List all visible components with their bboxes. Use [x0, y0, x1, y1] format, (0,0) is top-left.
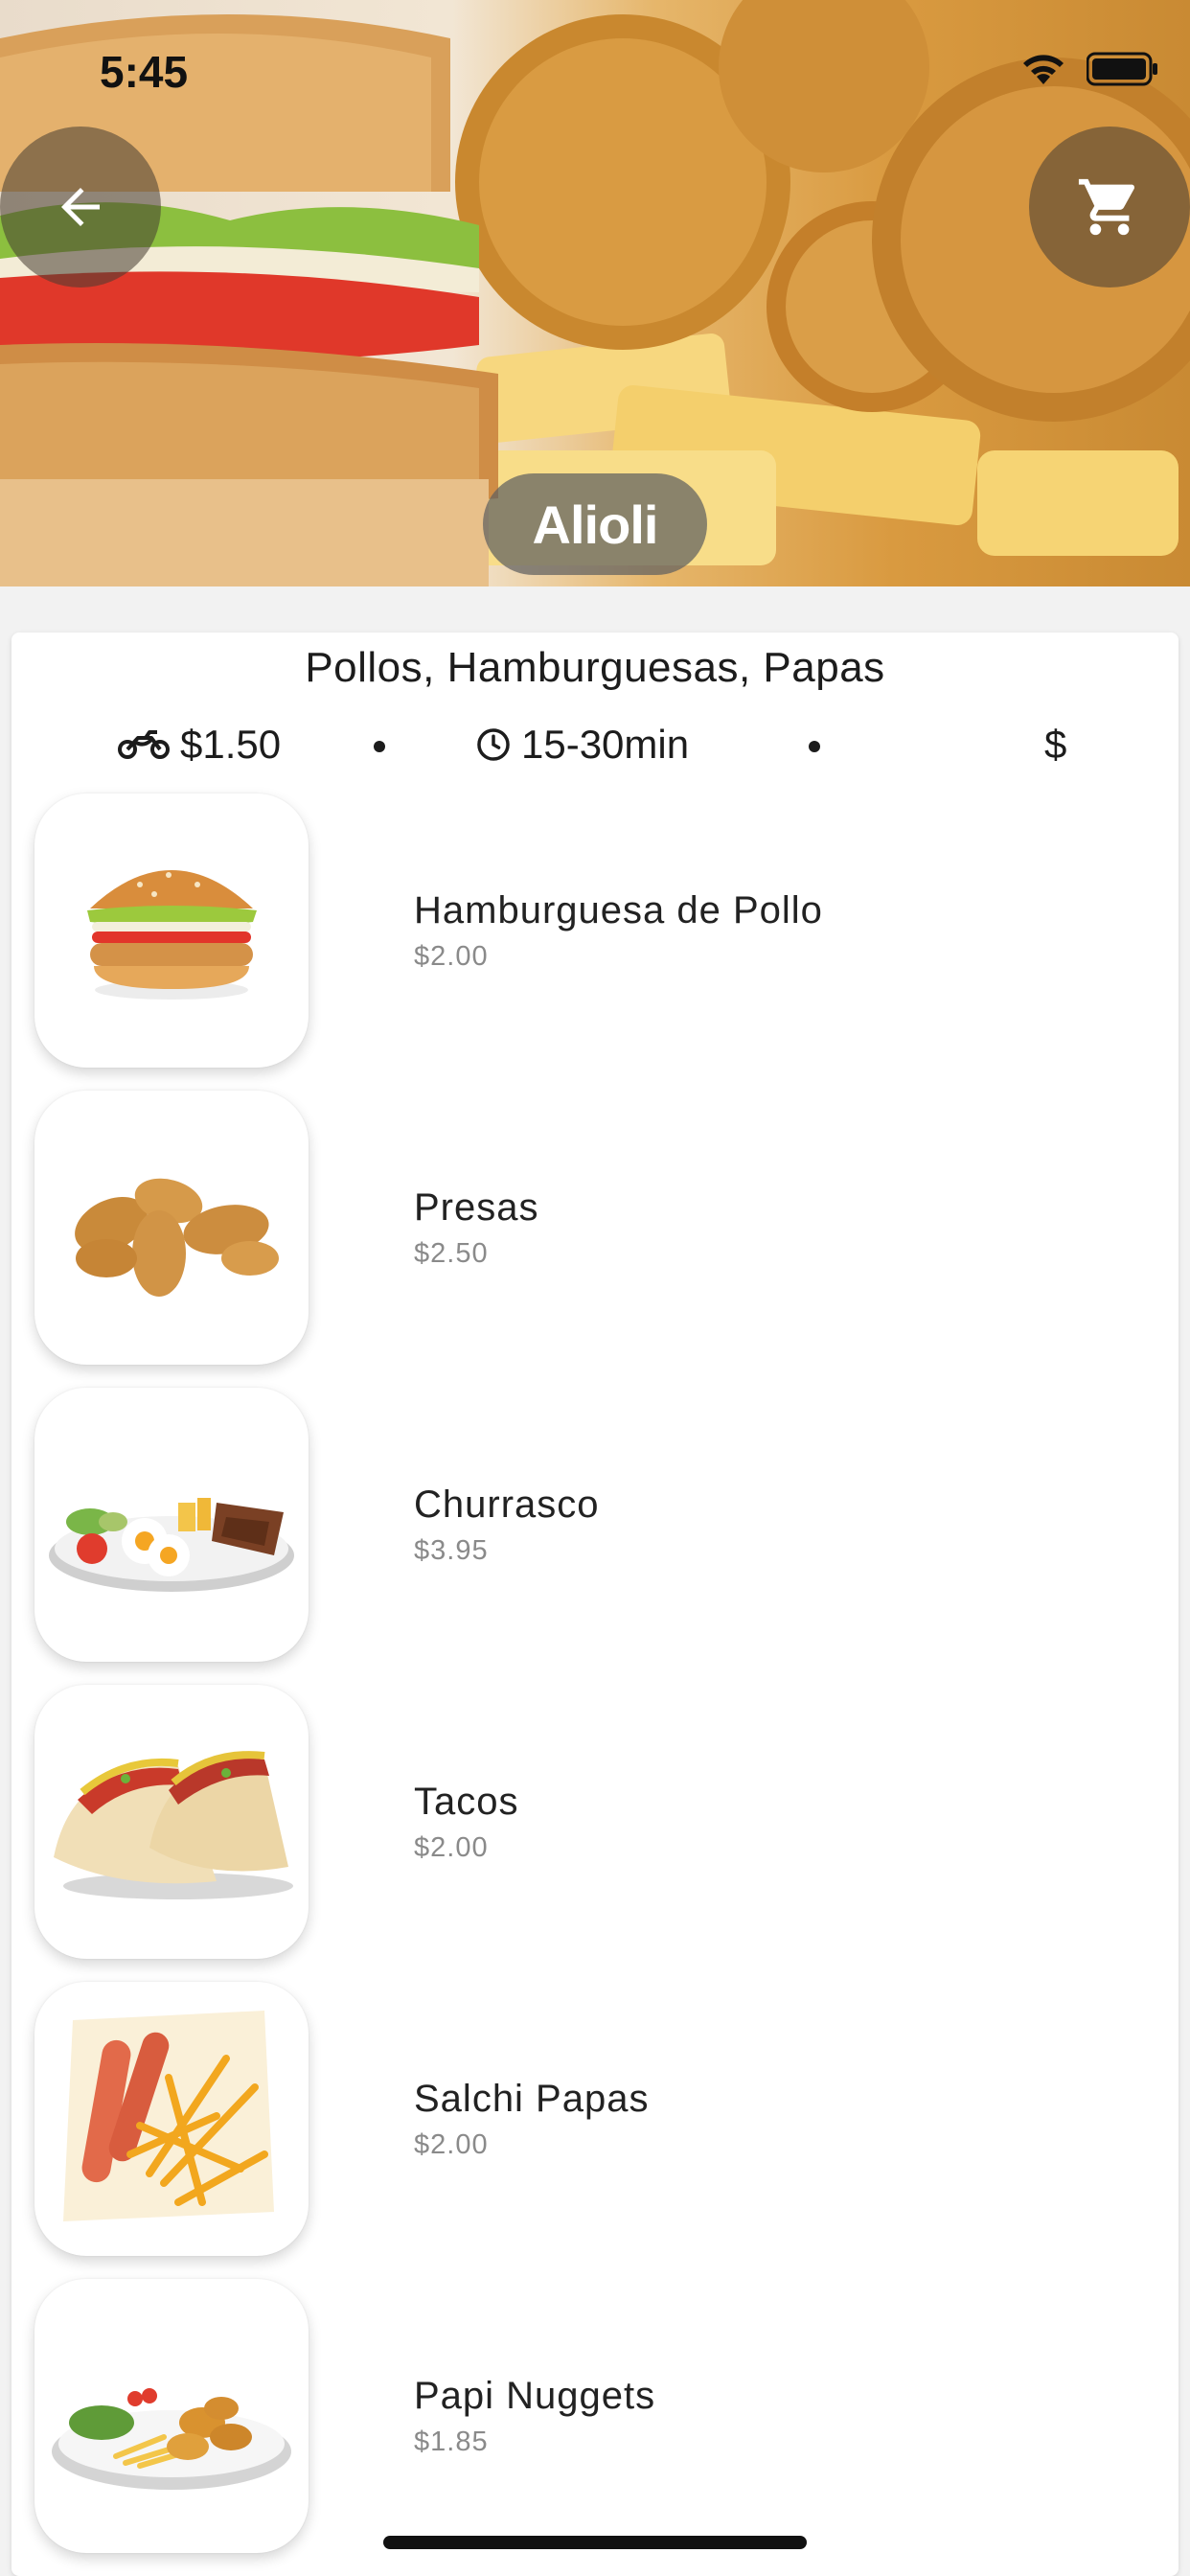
separator-dot	[374, 741, 385, 752]
menu-item[interactable]: Churrasco $3.95	[34, 1388, 1165, 1666]
sausage-fries-icon	[63, 2011, 274, 2221]
back-button[interactable]	[0, 126, 161, 288]
menu-item-image	[34, 1388, 309, 1662]
menu-item-image	[34, 1982, 309, 2256]
nuggets-plate-icon	[52, 2388, 291, 2490]
menu-item-image	[34, 1685, 309, 1959]
fried-chicken-icon	[75, 1178, 279, 1297]
store-info-card: Pollos, Hamburguesas, Papas $1.50 15-30m…	[11, 632, 1179, 2576]
store-name-badge: Alioli	[483, 473, 707, 575]
churrasco-plate-icon	[49, 1498, 294, 1592]
battery-icon	[1087, 52, 1157, 86]
delivery-time: 15-30min	[475, 711, 689, 778]
menu-item-price: $2.50	[414, 1238, 489, 1269]
delivery-fee-value: $1.50	[180, 722, 282, 767]
menu-item-name: Tacos	[414, 1781, 519, 1823]
menu-item-image	[34, 1091, 309, 1365]
menu-item-image	[34, 794, 309, 1068]
status-icons	[1018, 50, 1159, 88]
menu-item[interactable]: Salchi Papas $2.00	[34, 1982, 1165, 2260]
menu-item-price: $1.85	[414, 2426, 489, 2457]
clock-icon	[477, 728, 510, 761]
motorcycle-icon	[118, 730, 170, 759]
menu-item-name: Salchi Papas	[414, 2078, 650, 2120]
menu-item-price: $2.00	[414, 941, 489, 972]
cart-button[interactable]	[1029, 126, 1190, 288]
separator-dot	[809, 741, 820, 752]
menu-item[interactable]: Tacos $2.00	[34, 1685, 1165, 1963]
tacos-icon	[54, 1751, 293, 1899]
price-level-value: $	[1044, 722, 1067, 767]
menu-item-price: $2.00	[414, 1832, 489, 1863]
menu-item-price: $2.00	[414, 2129, 489, 2160]
menu-item[interactable]: Hamburguesa de Pollo $2.00	[34, 794, 1165, 1071]
arrow-left-icon	[61, 188, 100, 226]
wifi-icon	[1023, 55, 1064, 84]
status-time: 5:45	[100, 47, 189, 97]
shopping-cart-icon	[1078, 178, 1134, 236]
hero-banner: 5:45 Alioli	[0, 0, 1190, 586]
menu-item-name: Hamburguesa de Pollo	[414, 889, 823, 932]
menu-item-name: Papi Nuggets	[414, 2375, 656, 2417]
menu-item-price: $3.95	[414, 1535, 489, 1566]
menu-item[interactable]: Papi Nuggets $1.85	[34, 2279, 1165, 2557]
delivery-fee: $1.50	[117, 711, 281, 778]
menu-item-image	[34, 2279, 309, 2553]
delivery-time-value: 15-30min	[521, 722, 690, 767]
menu-item[interactable]: Presas $2.50	[34, 1091, 1165, 1368]
home-indicator[interactable]	[383, 2536, 807, 2549]
store-info-row: $1.50 15-30min $	[11, 711, 1179, 778]
store-categories: Pollos, Hamburguesas, Papas	[305, 644, 885, 691]
menu-item-name: Churrasco	[414, 1484, 600, 1526]
price-level: $	[1044, 711, 1066, 778]
chicken-burger-icon	[87, 870, 257, 1000]
menu-item-name: Presas	[414, 1186, 539, 1229]
